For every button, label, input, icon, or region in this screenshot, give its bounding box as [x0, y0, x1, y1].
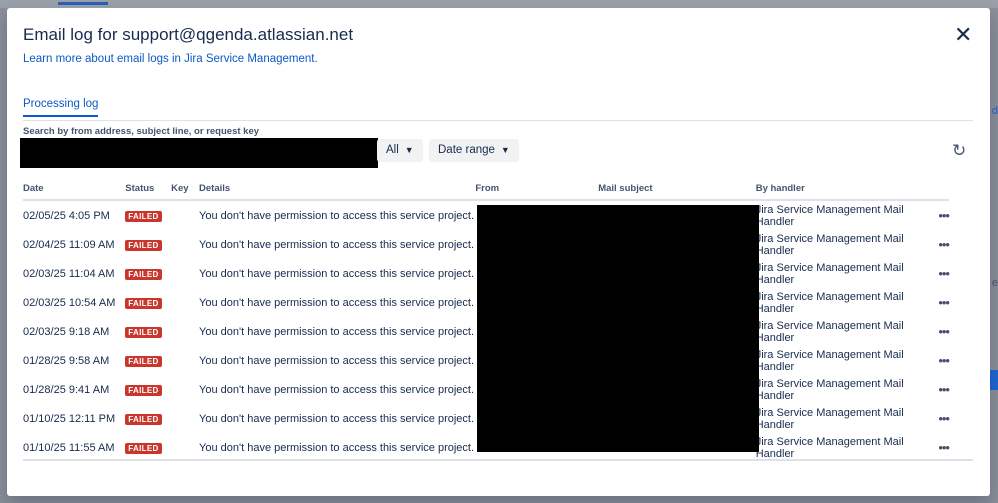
- row-details: You don't have permission to access this…: [199, 267, 475, 280]
- status-badge: FAILED: [125, 384, 162, 396]
- row-date: 01/28/25 9:58 AM: [23, 354, 110, 367]
- backdrop-edge-link: d: [991, 105, 998, 117]
- close-icon[interactable]: ✕: [954, 24, 972, 46]
- search-label: Search by from address, subject line, or…: [23, 126, 260, 137]
- email-log-modal: Email log for support@qgenda.atlassian.n…: [7, 8, 990, 496]
- header-actions: [938, 178, 949, 201]
- row-key: [171, 375, 199, 404]
- row-details: You don't have permission to access this…: [199, 325, 475, 338]
- status-badge: FAILED: [125, 239, 162, 251]
- learn-more-link[interactable]: Learn more about email logs in Jira Serv…: [23, 53, 318, 65]
- row-handler: Jira Service Management Mail Handler: [755, 377, 904, 402]
- table-header-row: Date Status Key Details From Mail subjec…: [23, 178, 949, 201]
- tab-bar: Processing log: [23, 98, 973, 121]
- status-badge: FAILED: [125, 210, 162, 222]
- row-key: [171, 200, 199, 230]
- status-badge: FAILED: [125, 268, 162, 280]
- row-handler: Jira Service Management Mail Handler: [755, 319, 904, 344]
- row-key: [171, 404, 199, 433]
- more-icon[interactable]: •••: [938, 346, 950, 375]
- tab-processing-log[interactable]: Processing log: [23, 98, 99, 117]
- backdrop-edge-text: e: [991, 277, 998, 289]
- header-status[interactable]: Status: [125, 178, 172, 201]
- row-handler: Jira Service Management Mail Handler: [755, 290, 904, 315]
- row-key: [171, 288, 199, 317]
- more-icon[interactable]: •••: [938, 375, 950, 404]
- header-details[interactable]: Details: [199, 178, 476, 201]
- header-key[interactable]: Key: [171, 178, 200, 201]
- status-badge: FAILED: [125, 355, 162, 367]
- backdrop-tab-indicator: [58, 2, 108, 5]
- row-handler: Jira Service Management Mail Handler: [755, 406, 904, 431]
- row-date: 02/03/25 9:18 AM: [23, 325, 110, 338]
- status-filter-label: All: [386, 144, 399, 156]
- more-icon[interactable]: •••: [938, 230, 950, 259]
- header-mail-subject[interactable]: Mail subject: [598, 178, 756, 201]
- more-icon[interactable]: •••: [938, 259, 950, 288]
- row-date: 02/04/25 11:09 AM: [23, 238, 115, 251]
- header-by-handler[interactable]: By handler: [755, 178, 939, 201]
- redacted-from-subject: [477, 205, 759, 452]
- more-icon[interactable]: •••: [938, 200, 950, 230]
- refresh-icon[interactable]: ↻: [952, 141, 966, 161]
- status-badge: FAILED: [125, 326, 162, 338]
- modal-title: Email log for support@qgenda.atlassian.n…: [23, 25, 354, 44]
- row-date: 01/10/25 11:55 AM: [23, 441, 115, 454]
- search-input[interactable]: [20, 138, 378, 168]
- row-handler: Jira Service Management Mail Handler: [755, 203, 904, 228]
- more-icon[interactable]: •••: [938, 404, 950, 433]
- row-key: [171, 230, 199, 259]
- row-details: You don't have permission to access this…: [199, 354, 475, 367]
- chevron-down-icon: ▼: [404, 145, 414, 155]
- row-handler: Jira Service Management Mail Handler: [755, 261, 904, 286]
- date-range-dropdown[interactable]: Date range ▼: [429, 139, 519, 162]
- row-date: 02/05/25 4:05 PM: [23, 209, 110, 222]
- row-handler: Jira Service Management Mail Handler: [755, 348, 904, 373]
- date-range-label: Date range: [438, 144, 495, 156]
- table-bottom-divider: [23, 459, 973, 461]
- status-filter-dropdown[interactable]: All ▼: [377, 139, 423, 162]
- row-details: You don't have permission to access this…: [199, 296, 475, 309]
- more-icon[interactable]: •••: [938, 317, 950, 346]
- chevron-down-icon: ▼: [500, 145, 510, 155]
- row-key: [171, 346, 199, 375]
- more-icon[interactable]: •••: [938, 433, 950, 462]
- row-details: You don't have permission to access this…: [199, 412, 475, 425]
- header-from[interactable]: From: [475, 178, 599, 201]
- row-details: You don't have permission to access this…: [199, 441, 475, 454]
- row-key: [171, 259, 199, 288]
- more-icon[interactable]: •••: [938, 288, 950, 317]
- row-key: [171, 317, 199, 346]
- status-badge: FAILED: [125, 413, 162, 425]
- row-date: 02/03/25 10:54 AM: [23, 296, 116, 309]
- row-date: 02/03/25 11:04 AM: [23, 267, 115, 280]
- row-handler: Jira Service Management Mail Handler: [755, 435, 904, 460]
- row-key: [171, 433, 199, 462]
- row-date: 01/28/25 9:41 AM: [23, 383, 110, 396]
- backdrop-edge-button: [990, 370, 998, 390]
- row-details: You don't have permission to access this…: [199, 209, 475, 222]
- header-date[interactable]: Date: [23, 178, 126, 201]
- status-badge: FAILED: [125, 297, 162, 309]
- row-date: 01/10/25 12:11 PM: [23, 412, 116, 425]
- row-details: You don't have permission to access this…: [199, 383, 475, 396]
- backdrop-header: [0, 0, 998, 8]
- status-badge: FAILED: [125, 442, 162, 454]
- row-handler: Jira Service Management Mail Handler: [755, 232, 904, 257]
- row-details: You don't have permission to access this…: [199, 238, 475, 251]
